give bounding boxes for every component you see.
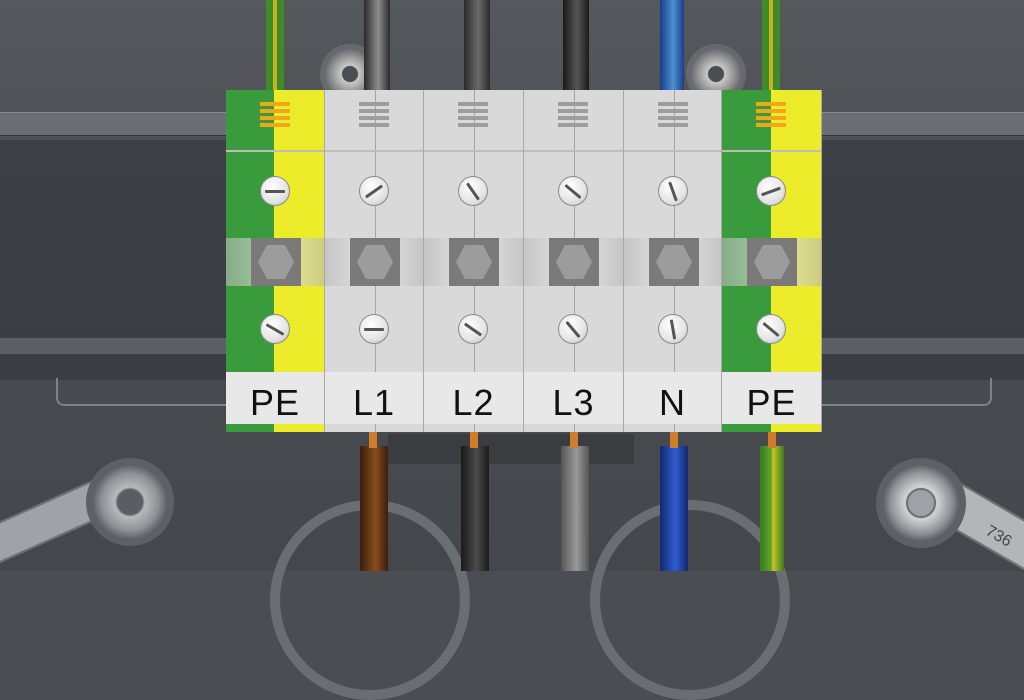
clamp-screw-top[interactable] — [558, 176, 588, 206]
terminal-pe-right: PE — [722, 90, 822, 432]
vent-slots — [260, 102, 290, 130]
wire-top-l2 — [464, 0, 490, 92]
wire-bottom-l3 — [561, 446, 589, 571]
block-divider — [722, 150, 821, 152]
terminal-l2: L2 — [424, 90, 524, 432]
clamp-screw-top[interactable] — [458, 176, 488, 206]
clamp-screw-top[interactable] — [756, 176, 786, 206]
terminal-l3: L3 — [524, 90, 624, 432]
clamp-screw-bottom[interactable] — [658, 314, 688, 344]
wire-top-pe-left — [266, 0, 284, 92]
clamp-screw-bottom[interactable] — [359, 314, 389, 344]
clamp-screw-bottom[interactable] — [260, 314, 290, 344]
vent-slots — [558, 102, 588, 130]
ferrule-pe — [768, 432, 776, 448]
terminal-block-scene: 736 PE L1 L2 L3 N PE — [0, 0, 1024, 700]
terminal-pe-left: PE — [226, 90, 325, 432]
ferrule-l2 — [470, 432, 478, 448]
terminal-n: N — [624, 90, 722, 432]
block-divider — [226, 150, 324, 152]
block-shadow — [388, 434, 634, 464]
block-divider — [424, 150, 523, 152]
vent-slots — [658, 102, 688, 130]
vent-slots — [359, 102, 389, 130]
vent-slots — [756, 102, 786, 130]
clamp-screw-bottom[interactable] — [458, 314, 488, 344]
terminal-l1: L1 — [325, 90, 424, 432]
wire-top-l3 — [563, 0, 589, 92]
block-divider — [624, 150, 721, 152]
terminal-label: N — [659, 382, 686, 423]
wire-bottom-l1 — [360, 446, 388, 571]
terminal-label: L1 — [352, 382, 396, 423]
terminal-label: PE — [249, 382, 301, 423]
wire-bottom-pe — [760, 446, 784, 571]
clamp-ring-left — [86, 458, 174, 546]
ferrule-l3 — [570, 432, 578, 448]
terminal-label: L2 — [452, 382, 495, 423]
vent-slots — [458, 102, 488, 130]
terminal-label: L3 — [552, 382, 595, 423]
clamp-screw-bottom[interactable] — [558, 314, 588, 344]
ferrule-l1 — [369, 432, 377, 448]
block-divider — [325, 150, 423, 152]
wire-bottom-l2 — [461, 446, 489, 571]
ferrule-n — [670, 432, 678, 448]
torx-screw-icon — [906, 488, 936, 518]
terminal-label: PE — [746, 382, 797, 423]
wire-top-pe-right — [762, 0, 780, 92]
wire-top-l1 — [364, 0, 390, 92]
clamp-screw-top[interactable] — [359, 176, 389, 206]
wire-top-n — [660, 0, 684, 92]
clamp-screw-bottom[interactable] — [756, 314, 786, 344]
block-divider — [524, 150, 623, 152]
clamp-screw-top[interactable] — [658, 176, 688, 206]
clamp-screw-top[interactable] — [260, 176, 290, 206]
wire-bottom-n — [660, 446, 688, 571]
